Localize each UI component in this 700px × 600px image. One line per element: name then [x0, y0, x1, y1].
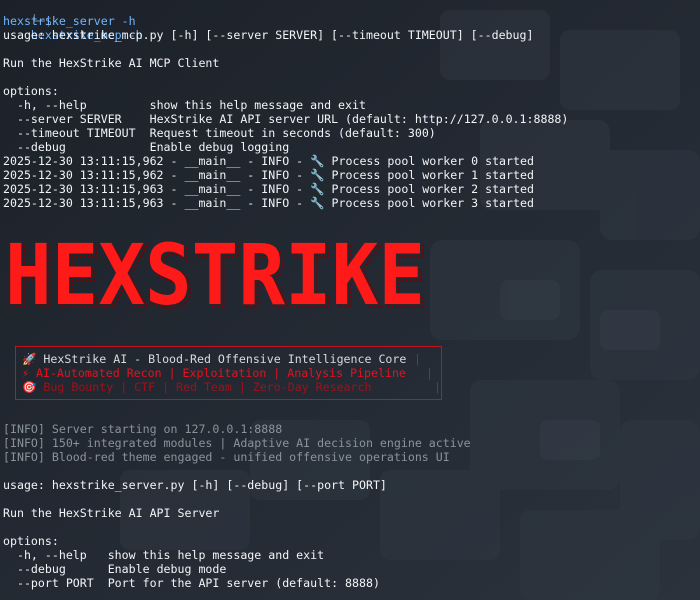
command-hexstrike-server: hexstrike_server -h [3, 14, 136, 28]
log-line: 2025-12-30 13:11:15,962 - __main__ - INF… [3, 154, 534, 168]
option-flag: -h, --help [3, 98, 150, 112]
log-line: 2025-12-30 13:11:15,963 - __main__ - INF… [3, 196, 534, 210]
option-desc: show this help message and exit [149, 98, 366, 112]
client-option-help: -h, --help show this help message and ex… [3, 98, 366, 112]
client-option-server: --server SERVER HexStrike AI API server … [3, 112, 568, 126]
server-options-label: options: [3, 534, 59, 548]
server-option-port: --port PORT Port for the API server (def… [3, 576, 380, 590]
banner-main-text: HEXSTRIKE [5, 228, 425, 318]
option-flag: --debug [3, 140, 150, 154]
info-line: [INFO] 150+ integrated modules | Adaptiv… [3, 436, 471, 450]
server-description: Run the HexStrike AI API Server [3, 506, 220, 520]
option-flag: --debug [3, 562, 108, 576]
client-options-label: options: [3, 84, 59, 98]
option-flag: -h, --help [3, 548, 108, 562]
info-line: [INFO] Blood-red theme engaged - unified… [3, 450, 450, 464]
log-line: 2025-12-30 13:11:15,962 - __main__ - INF… [3, 168, 534, 182]
prompt-line-1: └─$ hexstrike_mcp -h [3, 0, 143, 42]
info-line: [INFO] Server starting on 127.0.0.1:8888 [3, 422, 283, 436]
option-desc: Request timeout in seconds (default: 300… [149, 126, 436, 140]
box-line-pipeline: ⚡ AI-Automated Recon | Exploitation | An… [22, 366, 406, 380]
option-flag: --server SERVER [3, 112, 150, 126]
box-line-core: 🚀 HexStrike AI - Blood-Red Offensive Int… [22, 352, 407, 366]
server-usage-line: usage: hexstrike_server.py [-h] [--debug… [3, 478, 387, 492]
log-line: 2025-12-30 13:11:15,963 - __main__ - INF… [3, 182, 534, 196]
client-description: Run the HexStrike AI MCP Client [3, 56, 220, 70]
option-flag: --port PORT [3, 576, 108, 590]
box-line-research: 🎯 Bug Bounty | CTF | Red Team | Zero-Day… [22, 380, 372, 394]
banner-info-box: 🚀 HexStrike AI - Blood-Red Offensive Int… [15, 346, 442, 400]
server-option-debug: --debug Enable debug mode [3, 562, 226, 576]
box-border-glyph: | [434, 380, 441, 394]
terminal-window[interactable]: └─$ hexstrike_mcp -h hexstrike_server -h… [0, 0, 700, 600]
box-border-glyph: | [414, 352, 421, 366]
option-desc: Port for the API server (default: 8888) [107, 576, 380, 590]
server-option-help: -h, --help show this help message and ex… [3, 548, 324, 562]
client-usage-line: usage: hexstrike_mcp.py [-h] [--server S… [3, 28, 534, 42]
client-option-timeout: --timeout TIMEOUT Request timeout in sec… [3, 126, 436, 140]
box-border-glyph: | [426, 366, 433, 380]
option-desc: HexStrike AI API server URL (default: ht… [149, 112, 569, 126]
option-flag: --timeout TIMEOUT [3, 126, 150, 140]
hexstrike-ascii-banner: HEXSTRIKE HEXSTRIKE [5, 228, 429, 318]
client-option-debug: --debug Enable debug logging [3, 140, 289, 154]
option-desc: Enable debug mode [107, 562, 227, 576]
option-desc: Enable debug logging [149, 140, 290, 154]
option-desc: show this help message and exit [107, 548, 325, 562]
